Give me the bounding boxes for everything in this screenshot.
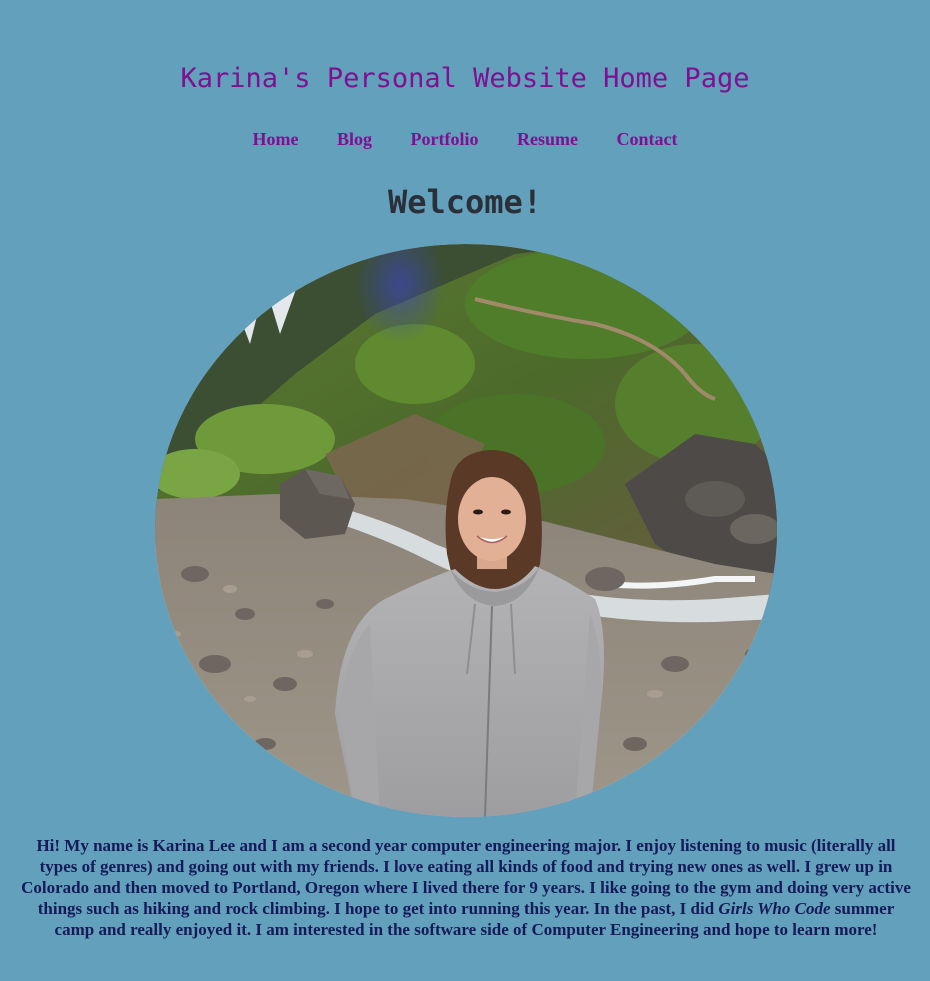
nav-link-home[interactable]: Home — [253, 129, 299, 149]
nav-link-blog[interactable]: Blog — [337, 129, 372, 149]
nav-link-portfolio[interactable]: Portfolio — [411, 129, 479, 149]
welcome-heading: Welcome! — [387, 183, 543, 221]
bio-emphasis: Girls Who Code — [718, 899, 831, 918]
site-title: Karina's Personal Website Home Page — [180, 63, 750, 94]
profile-photo — [155, 244, 777, 817]
nav-link-resume[interactable]: Resume — [517, 129, 578, 149]
nav-link-contact[interactable]: Contact — [616, 129, 677, 149]
bio-paragraph: Hi! My name is Karina Lee and I am a sec… — [18, 835, 914, 940]
main-nav: Home Blog Portfolio Resume Contact — [0, 128, 930, 150]
